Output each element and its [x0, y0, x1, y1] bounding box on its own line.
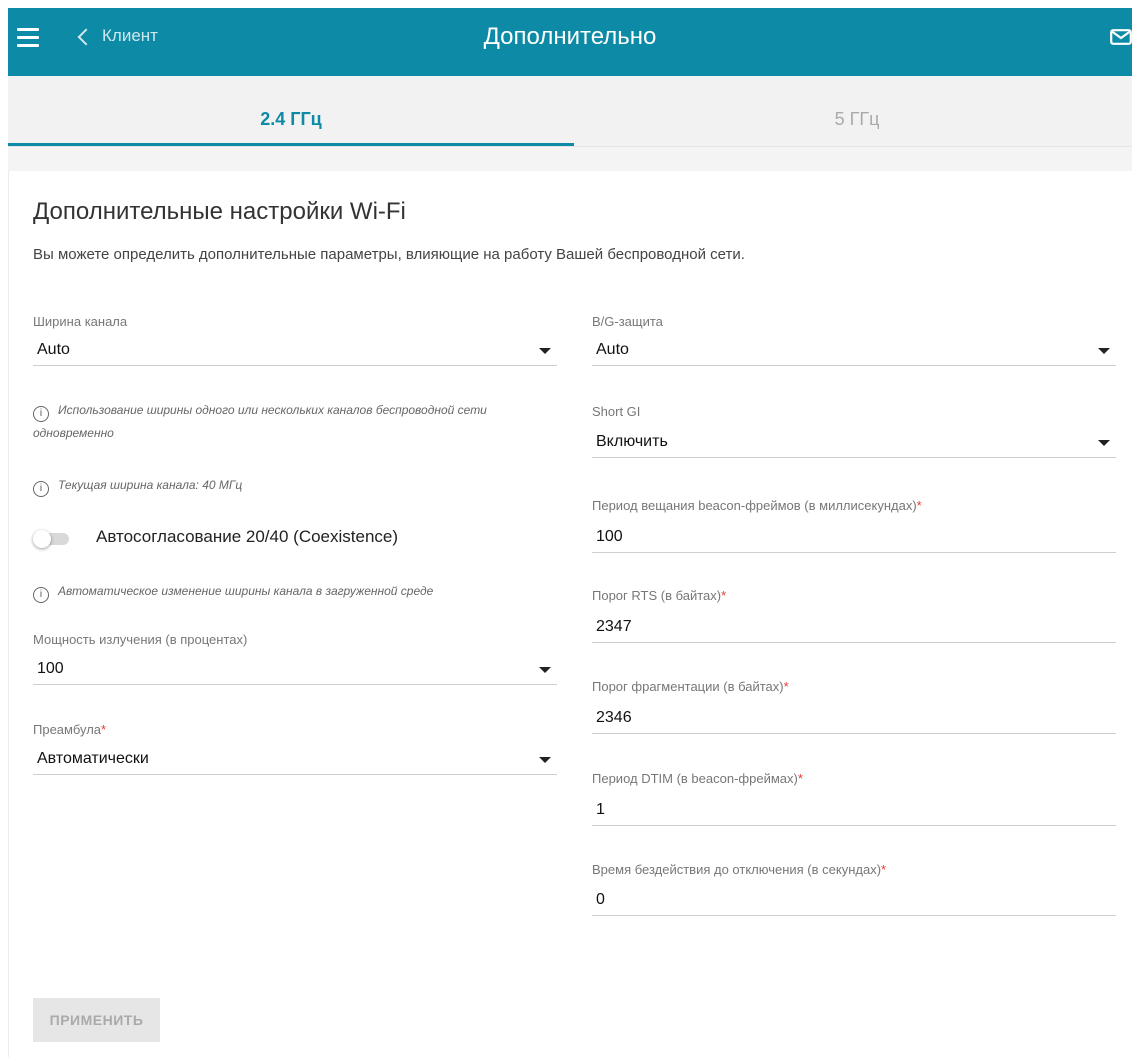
top-bar: Клиент Дополнительно — [8, 8, 1132, 76]
bg-protection-value: Auto — [596, 341, 629, 358]
coexistence-label: Автосогласование 20/40 (Coexistence) — [96, 527, 399, 546]
dtim-period-label: Период DTIM (в beacon-фреймах)* — [592, 771, 803, 786]
tab-2-4ghz[interactable]: 2.4 ГГц — [8, 76, 574, 146]
coexistence-toggle[interactable] — [33, 530, 69, 548]
short-gi-value: Включить — [596, 433, 668, 450]
preamble-select[interactable]: Автоматически — [33, 745, 557, 775]
preamble-value: Автоматически — [37, 750, 149, 767]
inactivity-time-input[interactable]: 0 — [592, 886, 1116, 916]
chevron-down-icon — [1098, 348, 1110, 354]
content-edge — [8, 170, 9, 1057]
rts-threshold-input[interactable]: 2347 — [592, 613, 1116, 643]
mail-icon[interactable] — [1110, 29, 1132, 45]
frag-threshold-input[interactable]: 2346 — [592, 704, 1116, 734]
bg-protection-label: B/G-защита — [592, 314, 663, 329]
hint-current-width: i Текущая ширина канала: 40 МГц — [33, 474, 242, 497]
channel-width-select[interactable]: Auto — [33, 336, 557, 366]
bg-protection-select[interactable]: Auto — [592, 336, 1116, 366]
info-icon: i — [33, 406, 49, 422]
tx-power-value: 100 — [37, 660, 64, 677]
inactivity-time-label: Время бездействия до отключения (в секун… — [592, 862, 887, 877]
preamble-label: Преамбула* — [33, 722, 107, 737]
beacon-period-label: Период вещания beacon-фреймов (в миллисе… — [592, 498, 922, 513]
hint-channel-usage: i Использование ширины одного или несколь… — [33, 403, 487, 440]
toggle-knob — [33, 530, 51, 548]
channel-width-label: Ширина канала — [33, 314, 128, 329]
hint-auto-change: i Автоматическое изменение ширины канала … — [33, 580, 433, 603]
beacon-period-input[interactable]: 100 — [592, 523, 1116, 553]
tx-power-select[interactable]: 100 — [33, 655, 557, 685]
dtim-period-input[interactable]: 1 — [592, 796, 1116, 826]
info-icon: i — [33, 587, 49, 603]
short-gi-label: Short GI — [592, 404, 641, 419]
page-title: Дополнительно — [483, 23, 657, 50]
tx-power-label: Мощность излучения (в процентах) — [33, 632, 248, 647]
section-description: Вы можете определить дополнительные пара… — [33, 246, 745, 263]
frag-threshold-label: Порог фрагментации (в байтах)* — [592, 679, 789, 694]
rts-threshold-label: Порог RTS (в байтах)* — [592, 588, 727, 603]
band-tabs: 2.4 ГГц 5 ГГц — [8, 76, 1132, 146]
info-icon: i — [33, 481, 49, 497]
apply-button[interactable]: ПРИМЕНИТЬ — [33, 998, 160, 1042]
section-title: Дополнительные настройки Wi-Fi — [33, 198, 406, 225]
chevron-down-icon — [539, 757, 551, 763]
tab-5ghz[interactable]: 5 ГГц — [574, 76, 1132, 146]
tabs-divider — [8, 146, 1132, 171]
chevron-down-icon — [1098, 440, 1110, 446]
chevron-down-icon — [539, 348, 551, 354]
channel-width-value: Auto — [37, 341, 70, 358]
chevron-down-icon — [539, 667, 551, 673]
short-gi-select[interactable]: Включить — [592, 428, 1116, 458]
